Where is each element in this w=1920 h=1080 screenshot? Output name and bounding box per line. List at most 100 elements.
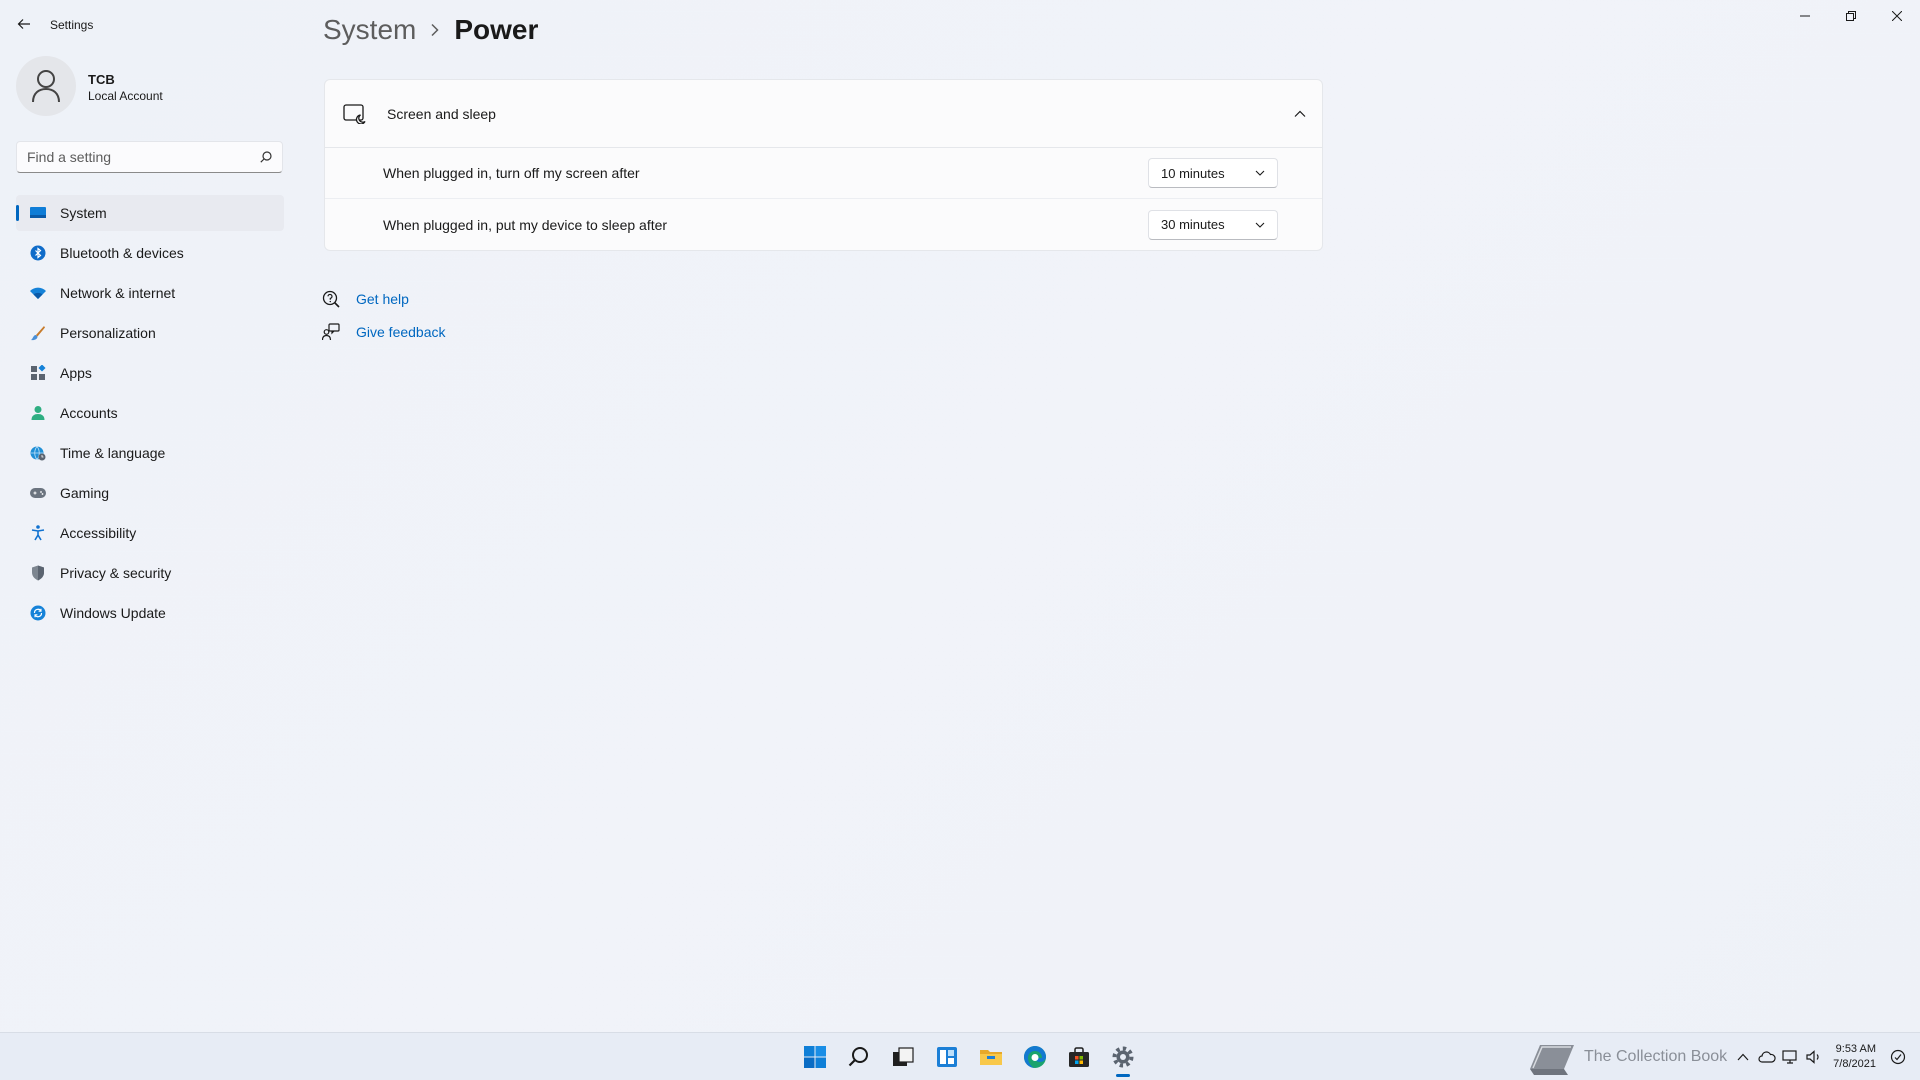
- taskbar-settings[interactable]: [1101, 1033, 1145, 1080]
- minimize-icon: [1800, 15, 1810, 17]
- setting-label: When plugged in, put my device to sleep …: [383, 216, 668, 233]
- sidebar-item-label: Network & internet: [60, 285, 176, 301]
- screen-sleep-header[interactable]: Screen and sleep: [325, 80, 1322, 148]
- book-icon: [1524, 1033, 1580, 1080]
- edge-browser-icon: [1024, 1046, 1046, 1068]
- sidebar-item-network[interactable]: Network & internet: [16, 275, 284, 311]
- sidebar-item-gaming[interactable]: Gaming: [16, 475, 284, 511]
- sidebar-item-label: Time & language: [60, 445, 166, 461]
- search-icon: [848, 1047, 868, 1067]
- sidebar-item-windows-update[interactable]: Windows Update: [16, 595, 284, 631]
- store-icon: [1069, 1047, 1089, 1067]
- dropdown-value: 10 minutes: [1161, 165, 1225, 181]
- give-feedback-text[interactable]: Give feedback: [356, 324, 446, 340]
- cloud-icon: [1758, 1051, 1776, 1063]
- brush-icon: [28, 323, 48, 343]
- chevron-down-icon: [1255, 222, 1265, 228]
- chevron-down-icon: [1255, 170, 1265, 176]
- chevron-right-icon: [430, 23, 440, 37]
- show-hidden-icons-button[interactable]: [1731, 1033, 1755, 1080]
- gear-icon: [1112, 1046, 1134, 1068]
- apps-icon: [28, 363, 48, 383]
- screen-off-dropdown[interactable]: 10 minutes: [1148, 158, 1278, 188]
- give-feedback-link[interactable]: Give feedback: [322, 315, 446, 348]
- monitor-network-icon: [1782, 1050, 1797, 1064]
- sidebar-item-label: Privacy & security: [60, 565, 172, 581]
- watermark-text: The Collection Book: [1583, 1048, 1728, 1065]
- taskbar-edge[interactable]: [1013, 1033, 1057, 1080]
- get-help-link[interactable]: Get help: [322, 282, 446, 315]
- taskbar: The Collection Book 9:53 AM 7/8/2021: [0, 1032, 1920, 1080]
- task-view-icon: [893, 1047, 914, 1066]
- breadcrumb-parent[interactable]: System: [323, 14, 416, 46]
- clock[interactable]: 9:53 AM 7/8/2021: [1833, 1042, 1876, 1072]
- screen-sleep-card: Screen and sleep When plugged in, turn o…: [324, 79, 1323, 251]
- sidebar-item-label: Accounts: [60, 405, 118, 421]
- search-icon: [260, 151, 272, 163]
- user-profile[interactable]: TCB Local Account: [16, 56, 286, 116]
- accessibility-icon: [28, 523, 48, 543]
- globe-clock-icon: [28, 443, 48, 463]
- widgets-icon: [937, 1047, 957, 1067]
- breadcrumb: System Power: [323, 10, 538, 50]
- onedrive-button[interactable]: [1755, 1033, 1779, 1080]
- get-help-text[interactable]: Get help: [356, 291, 409, 307]
- setting-label: When plugged in, turn off my screen afte…: [383, 165, 640, 181]
- help-icon: [322, 289, 342, 309]
- sidebar-item-label: Personalization: [60, 325, 156, 341]
- sidebar-item-time-language[interactable]: Time & language: [16, 435, 284, 471]
- help-links: Get help Give feedback: [322, 282, 446, 348]
- sidebar-item-label: Gaming: [60, 485, 110, 501]
- restore-icon: [1846, 11, 1856, 21]
- start-button[interactable]: [793, 1033, 837, 1080]
- close-button[interactable]: [1874, 0, 1920, 32]
- feedback-icon: [322, 322, 342, 342]
- clock-time: 9:53 AM: [1835, 1043, 1876, 1055]
- minimize-button[interactable]: [1782, 0, 1828, 32]
- volume-button[interactable]: [1803, 1033, 1827, 1080]
- sidebar-item-personalization[interactable]: Personalization: [16, 315, 284, 351]
- bluetooth-icon: [28, 243, 48, 263]
- sleep-dropdown[interactable]: 30 minutes: [1148, 209, 1278, 240]
- restore-button[interactable]: [1828, 0, 1874, 32]
- arrow-left-icon: [17, 19, 30, 29]
- sidebar-item-label: System: [60, 205, 107, 221]
- wifi-icon: [28, 283, 48, 303]
- clock-date: 7/8/2021: [1833, 1058, 1876, 1070]
- sidebar-item-label: Apps: [60, 365, 92, 381]
- close-icon: [1892, 11, 1902, 21]
- window-controls: [1782, 0, 1920, 32]
- person-outline-icon: [32, 70, 60, 103]
- network-button[interactable]: [1779, 1033, 1803, 1080]
- taskbar-widgets[interactable]: [925, 1033, 969, 1080]
- sidebar-item-privacy-security[interactable]: Privacy & security: [16, 555, 284, 591]
- taskbar-store[interactable]: [1057, 1033, 1101, 1080]
- back-button[interactable]: [12, 12, 36, 36]
- person-icon: [28, 403, 48, 423]
- sidebar-item-system[interactable]: System: [16, 195, 284, 231]
- system-icon: [28, 203, 48, 223]
- sleep-row: When plugged in, put my device to sleep …: [325, 199, 1322, 250]
- shield-icon: [28, 563, 48, 583]
- gamepad-icon: [28, 483, 48, 503]
- taskbar-file-explorer[interactable]: [969, 1033, 1013, 1080]
- taskbar-task-view[interactable]: [881, 1033, 925, 1080]
- profile-name: TCB: [88, 72, 115, 87]
- notification-icon: [1890, 1049, 1906, 1065]
- sidebar-item-accessibility[interactable]: Accessibility: [16, 515, 284, 551]
- card-title: Screen and sleep: [387, 105, 496, 122]
- taskbar-search[interactable]: [837, 1033, 881, 1080]
- sidebar-item-label: Accessibility: [60, 525, 137, 541]
- chevron-up-icon[interactable]: [1294, 105, 1306, 123]
- update-icon: [28, 603, 48, 623]
- sidebar-item-bluetooth[interactable]: Bluetooth & devices: [16, 235, 284, 271]
- notifications-button[interactable]: [1886, 1033, 1910, 1080]
- folder-icon: [980, 1050, 1002, 1065]
- sidebar-item-accounts[interactable]: Accounts: [16, 395, 284, 431]
- search-input[interactable]: Find a setting: [16, 141, 283, 173]
- screen-sleep-icon: [343, 102, 367, 126]
- sidebar-item-label: Bluetooth & devices: [60, 245, 184, 261]
- chevron-up-icon: [1737, 1053, 1749, 1061]
- sidebar-item-label: Windows Update: [60, 605, 166, 621]
- sidebar-item-apps[interactable]: Apps: [16, 355, 284, 391]
